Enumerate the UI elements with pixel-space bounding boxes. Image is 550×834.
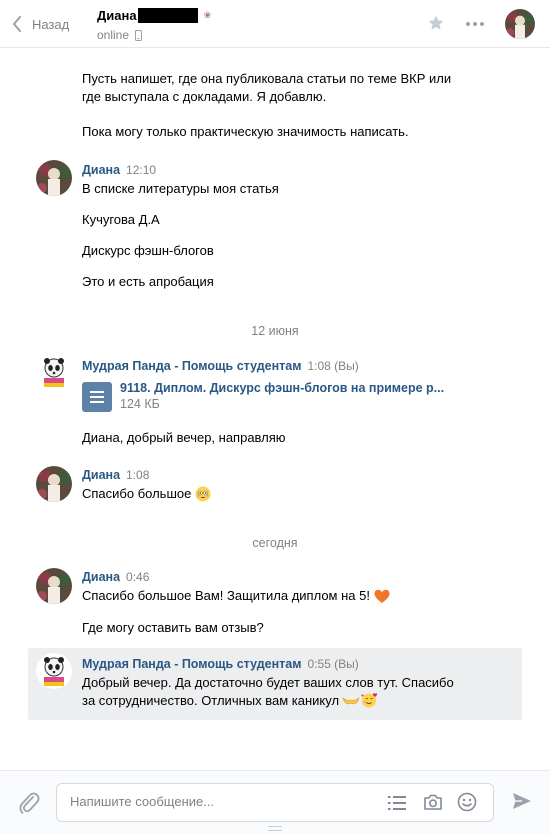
peer-status: online <box>97 28 130 42</box>
peer-name: Диана <box>97 8 137 23</box>
back-label: Назад <box>32 16 70 32</box>
clipped-line <box>130 49 360 51</box>
list-icon[interactable] <box>388 795 406 811</box>
date-separator: 12 июня <box>251 324 299 338</box>
message-time: 1:08 <box>126 468 150 482</box>
message-row: Спасибо большое <box>82 485 211 503</box>
resize-grip[interactable] <box>268 826 282 831</box>
message-text: Дискурс фэшн-блогов <box>82 243 214 258</box>
message-text: Пусть напишет, где она публиковала стать… <box>82 71 452 104</box>
hands-emoji-icon <box>342 697 360 705</box>
sender-name[interactable]: Диана 0:46 <box>82 570 149 584</box>
peer-avatar[interactable] <box>505 9 535 39</box>
avatar[interactable] <box>36 160 72 196</box>
chat-header: Назад Диана ❀ online <box>0 0 550 48</box>
message-text: Диана, добрый вечер, направляю <box>82 430 286 445</box>
message-time: 1:08 (Вы) <box>307 359 359 373</box>
back-button[interactable]: Назад <box>12 12 69 36</box>
message-time: 12:10 <box>126 163 157 177</box>
message-text: В списке литературы моя статья <box>82 181 279 196</box>
document-icon[interactable] <box>82 382 112 412</box>
document-size: 124 КБ <box>120 397 160 411</box>
paperclip-icon[interactable] <box>18 791 40 815</box>
message-composer <box>0 770 550 834</box>
message-time: 0:46 <box>126 570 150 584</box>
message-text: Пока могу только практическую значимость… <box>82 124 409 139</box>
date-separator: сегодня <box>252 536 298 550</box>
message-text: Где могу оставить вам отзыв? <box>82 620 264 635</box>
decor-icon: ❀ <box>203 10 212 20</box>
message-text: Спасибо большое <box>82 486 192 501</box>
heart-emoji-icon <box>374 589 390 603</box>
sender-name[interactable]: Мудрая Панда - Помощь студентам 0:55 (Вы) <box>82 657 359 671</box>
panda-avatar[interactable] <box>36 354 72 390</box>
message-row: Спасибо большое Вам! Защитила диплом на … <box>82 587 390 605</box>
peer-info[interactable]: Диана ❀ online <box>97 7 211 42</box>
message-history[interactable]: Пусть напишет, где она публиковала стать… <box>0 49 550 769</box>
message-text: Кучугова Д.А <box>82 212 160 227</box>
send-icon[interactable] <box>512 792 532 810</box>
sender-name[interactable]: Диана 1:08 <box>82 468 149 482</box>
smiling-hearts-emoji-icon <box>361 693 378 708</box>
redacted-surname <box>137 8 198 23</box>
message-time: 0:55 (Вы) <box>307 657 359 671</box>
star-icon[interactable] <box>427 14 445 32</box>
avatar[interactable] <box>36 466 72 502</box>
message-input-box[interactable] <box>56 783 494 822</box>
smile-icon[interactable] <box>457 792 477 812</box>
phone-icon <box>135 29 143 41</box>
avatar[interactable] <box>36 568 72 604</box>
flushed-emoji-icon <box>195 486 211 502</box>
message-row: Добрый вечер. Да достаточно будет ваших … <box>82 674 502 710</box>
more-icon[interactable] <box>465 21 485 27</box>
sender-name[interactable]: Мудрая Панда - Помощь студентам 1:08 (Вы) <box>82 359 359 373</box>
document-link[interactable]: 9118. Диплом. Дискурс фэшн-блогов на при… <box>120 381 444 395</box>
panda-avatar[interactable] <box>36 653 72 689</box>
message-input[interactable] <box>70 794 370 809</box>
back-chevron-icon <box>13 16 21 32</box>
message-text: Это и есть апробация <box>82 274 214 289</box>
camera-icon[interactable] <box>423 793 443 811</box>
sender-name[interactable]: Диана 12:10 <box>82 163 156 177</box>
message-text: Спасибо большое Вам! Защитила диплом на … <box>82 588 370 603</box>
message-text: Добрый вечер. Да достаточно будет ваших … <box>82 675 454 708</box>
